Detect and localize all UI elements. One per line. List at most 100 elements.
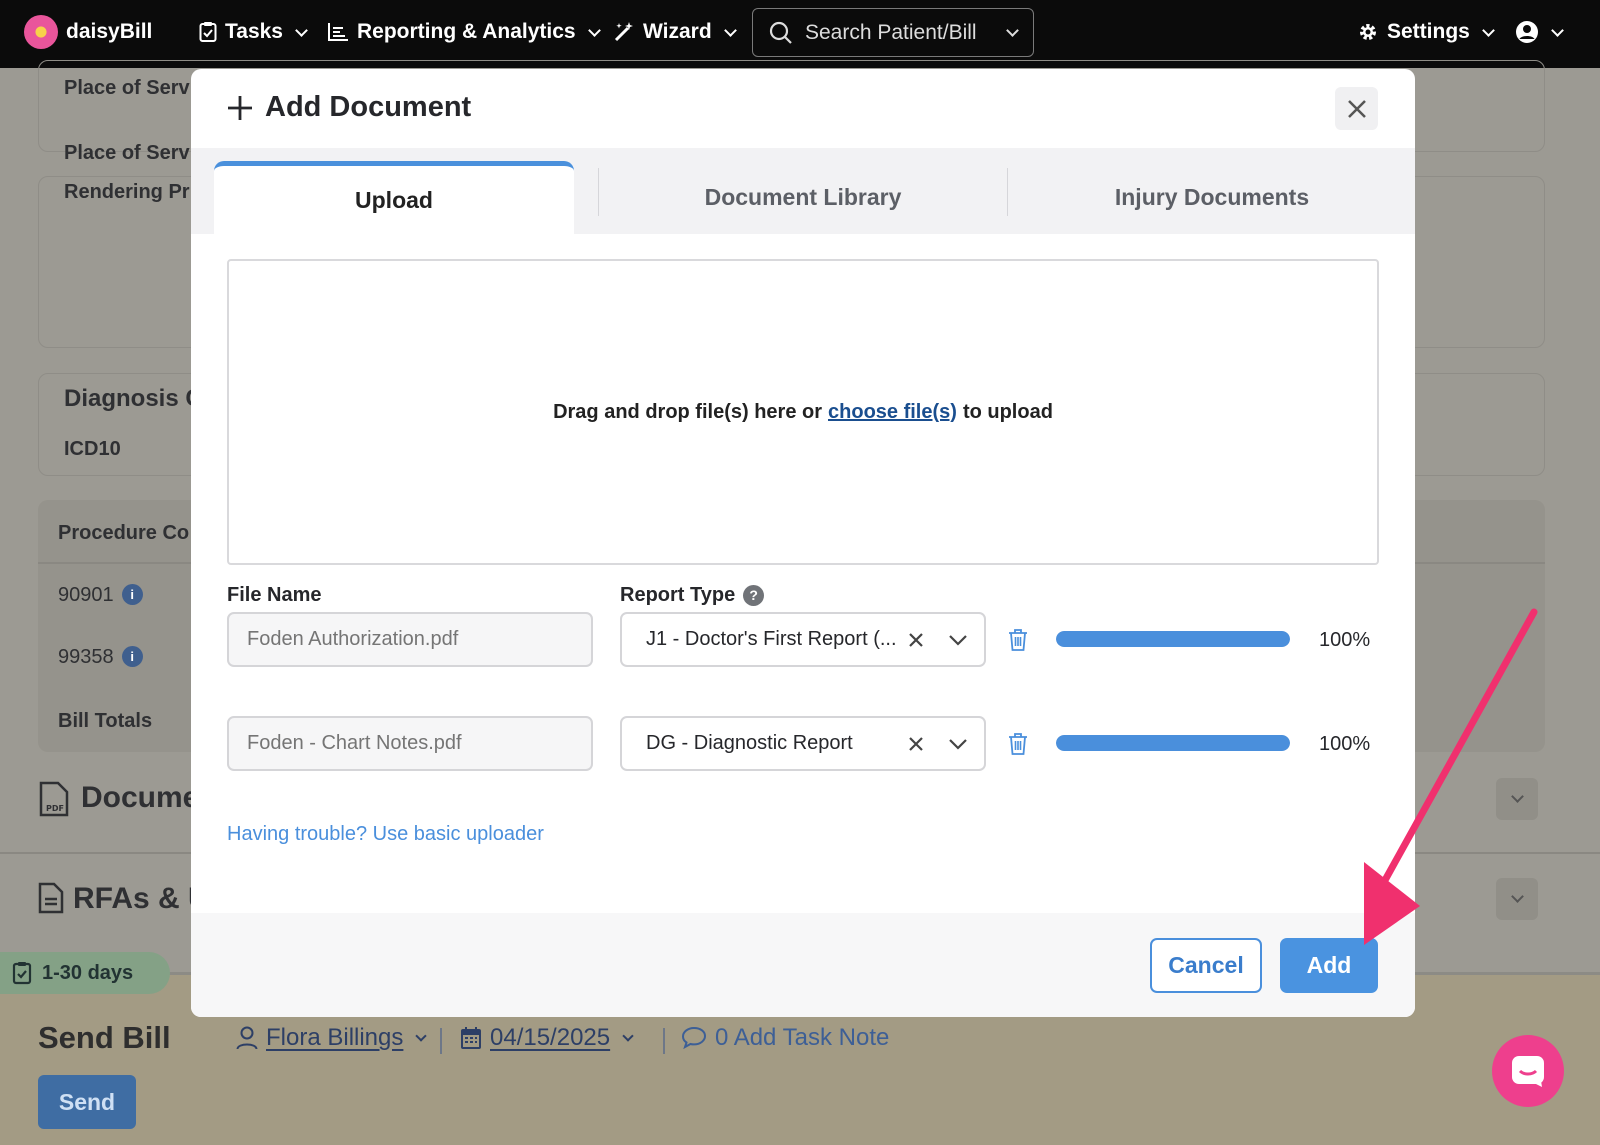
file-name-field[interactable] bbox=[227, 612, 593, 667]
choose-files-link[interactable]: choose file(s) bbox=[828, 401, 957, 424]
app-logo[interactable]: daisyBill bbox=[24, 0, 152, 64]
info-icon[interactable]: i bbox=[121, 646, 143, 667]
svg-text:PDF: PDF bbox=[46, 804, 64, 813]
search-input[interactable]: Search Patient/Bill bbox=[752, 8, 1034, 57]
upload-progress-bar bbox=[1056, 735, 1290, 751]
clear-icon[interactable] bbox=[904, 628, 928, 652]
nav-reporting-label: Reporting & Analytics bbox=[357, 20, 576, 43]
rfas-section-title: RFAs & U bbox=[73, 882, 210, 915]
tab-injury-documents[interactable]: Injury Documents bbox=[1008, 161, 1415, 234]
tab-document-library[interactable]: Document Library bbox=[599, 161, 1007, 234]
logo-text-prefix: daisy bbox=[66, 20, 120, 43]
dropzone-text: Drag and drop file(s) here or bbox=[553, 400, 823, 423]
chevron-down-icon bbox=[723, 23, 737, 37]
days-badge: 1-30 days bbox=[0, 952, 170, 994]
add-document-modal: Add Document Upload Document Library Inj… bbox=[191, 69, 1415, 1017]
send-bill-title: Send Bill bbox=[38, 1020, 171, 1055]
report-type-value: J1 - Doctor's First Report (... bbox=[646, 628, 897, 650]
upload-progress-percent: 100% bbox=[1319, 629, 1371, 651]
chevron-down-icon[interactable] bbox=[940, 628, 976, 652]
documents-section-title: Docume bbox=[81, 781, 200, 814]
calendar-icon bbox=[461, 1027, 481, 1049]
user-circle-icon bbox=[1516, 21, 1538, 43]
tab-upload[interactable]: Upload bbox=[214, 161, 574, 234]
gear-icon bbox=[1360, 24, 1376, 40]
report-type-select[interactable]: J1 - Doctor's First Report (... bbox=[620, 612, 986, 667]
trash-icon[interactable] bbox=[1006, 626, 1030, 654]
chevron-down-icon bbox=[1510, 790, 1524, 803]
chevron-down-icon bbox=[1551, 23, 1564, 37]
nav-settings[interactable]: Settings bbox=[1357, 0, 1495, 64]
modal-title: Add Document bbox=[227, 91, 471, 124]
send-button[interactable]: Send bbox=[38, 1075, 136, 1129]
procedure-code: 90901 bbox=[58, 584, 114, 606]
clipboard-icon bbox=[12, 962, 32, 985]
divider bbox=[440, 1028, 442, 1054]
basic-uploader-link[interactable]: Having trouble? Use basic uploader bbox=[227, 823, 544, 846]
chart-icon bbox=[328, 23, 348, 41]
procedure-row-2: 99358 i bbox=[58, 646, 143, 669]
file-name-field[interactable] bbox=[227, 716, 593, 771]
icd10-label: ICD10 bbox=[64, 438, 121, 460]
nav-reporting[interactable]: Reporting & Analytics bbox=[327, 0, 601, 64]
document-icon bbox=[38, 882, 64, 919]
chevron-down-icon[interactable] bbox=[1006, 24, 1019, 37]
clear-icon[interactable] bbox=[904, 732, 928, 756]
report-type-label-text: Report Type bbox=[620, 584, 736, 606]
place-of-service-label: Place of Servi bbox=[64, 77, 196, 99]
upload-progress-bar bbox=[1056, 631, 1290, 647]
chat-icon bbox=[1512, 1056, 1544, 1087]
user-menu[interactable] bbox=[1515, 0, 1564, 64]
help-icon[interactable]: ? bbox=[743, 585, 765, 606]
add-button[interactable]: Add bbox=[1280, 938, 1378, 993]
nav-settings-label: Settings bbox=[1387, 20, 1470, 43]
assignee-name: Flora Billings bbox=[266, 1024, 404, 1051]
trash-icon[interactable] bbox=[1006, 730, 1030, 758]
documents-collapse-button[interactable] bbox=[1496, 778, 1538, 820]
due-date-selector[interactable]: 04/15/2025 bbox=[460, 1024, 634, 1052]
modal-title-text: Add Document bbox=[265, 91, 472, 123]
chevron-down-icon bbox=[295, 23, 308, 37]
logo-text-suffix: Bill bbox=[119, 20, 153, 43]
close-icon bbox=[1347, 99, 1366, 118]
place-of-service-label-2: Place of Servi bbox=[64, 142, 196, 164]
pdf-icon: PDF bbox=[38, 781, 70, 822]
cancel-button[interactable]: Cancel bbox=[1150, 938, 1262, 993]
chat-launcher-button[interactable] bbox=[1492, 1035, 1564, 1107]
assignee-selector[interactable]: Flora Billings bbox=[236, 1024, 428, 1052]
file-dropzone[interactable]: Drag and drop file(s) here or choose fil… bbox=[227, 259, 1379, 565]
chevron-down-icon bbox=[1510, 890, 1524, 903]
diagnosis-codes-heading: Diagnosis C bbox=[64, 385, 203, 412]
report-type-select[interactable]: DG - Diagnostic Report bbox=[620, 716, 986, 771]
info-icon[interactable]: i bbox=[121, 584, 143, 605]
chevron-down-icon bbox=[622, 1030, 634, 1042]
dropzone-text-suffix: to upload bbox=[962, 400, 1053, 423]
chevron-down-icon bbox=[415, 1030, 428, 1042]
task-note-label: 0 Add Task Note bbox=[715, 1024, 890, 1051]
report-type-label: Report Type ? bbox=[620, 584, 765, 607]
rendering-provider-label: Rendering Pr bbox=[64, 181, 190, 203]
nav-tasks[interactable]: Tasks bbox=[199, 0, 308, 64]
chevron-down-icon[interactable] bbox=[940, 732, 976, 756]
upload-progress-fill bbox=[1056, 735, 1290, 751]
nav-wizard-label: Wizard bbox=[643, 20, 712, 43]
chevron-down-icon bbox=[1481, 23, 1495, 37]
upload-progress-percent: 100% bbox=[1319, 733, 1371, 755]
days-badge-label: 1-30 days bbox=[42, 961, 134, 984]
close-button[interactable] bbox=[1335, 87, 1378, 130]
file-name-label-text: File Name bbox=[227, 584, 322, 606]
bill-totals-label: Bill Totals bbox=[58, 710, 153, 732]
report-type-value: DG - Diagnostic Report bbox=[646, 732, 853, 754]
procedure-codes-heading: Procedure Co bbox=[58, 522, 190, 544]
divider bbox=[663, 1028, 665, 1054]
add-task-note-link[interactable]: 0 Add Task Note bbox=[681, 1024, 889, 1052]
user-icon bbox=[236, 1026, 258, 1050]
modal-tabs: Upload Document Library Injury Documents bbox=[191, 148, 1415, 234]
wand-icon bbox=[614, 22, 633, 42]
top-navigation: daisyBill Tasks Reporting & Analytics Wi… bbox=[0, 0, 1600, 68]
file-name-label: File Name bbox=[227, 584, 321, 607]
nav-tasks-label: Tasks bbox=[225, 20, 283, 43]
rfas-collapse-button[interactable] bbox=[1496, 878, 1538, 920]
plus-icon bbox=[228, 95, 252, 120]
nav-wizard[interactable]: Wizard bbox=[613, 0, 737, 64]
